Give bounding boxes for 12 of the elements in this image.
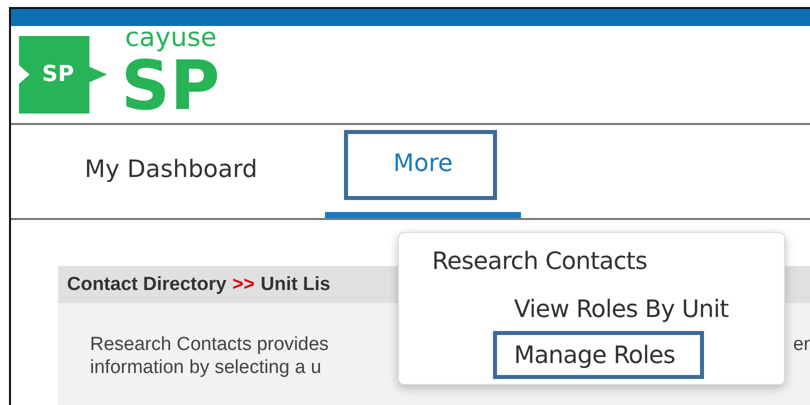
description-text: Research Contacts provides	[90, 333, 329, 356]
menu-item[interactable]: Manage Roles	[493, 331, 704, 379]
description-text: information by selecting a u	[90, 356, 322, 379]
nav-tab[interactable]: My Dashboard	[41, 125, 301, 218]
breadcrumb-separator: >>	[232, 274, 255, 296]
menu-item[interactable]: View Roles By Unit	[514, 287, 729, 331]
menu-heading: Research Contacts	[432, 247, 648, 277]
logo-badge: SP	[19, 36, 107, 114]
breadcrumb-link[interactable]: Unit Lis	[260, 274, 330, 296]
breadcrumb-link[interactable]: Contact Directory	[67, 274, 226, 296]
nav-tab[interactable]: More	[325, 125, 521, 218]
description-text: er	[793, 333, 810, 356]
